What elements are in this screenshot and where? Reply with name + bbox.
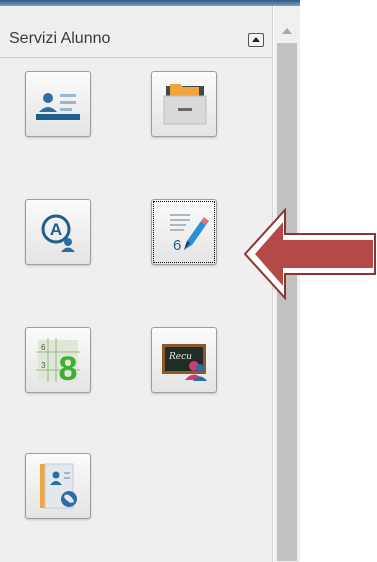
student-registry-tile[interactable] bbox=[25, 71, 91, 137]
pencil-grade-icon: 6 bbox=[170, 214, 209, 254]
scroll-thumb[interactable] bbox=[277, 43, 297, 561]
panel-title: Servizi Alunno bbox=[9, 30, 111, 47]
grid-value-6: 6 bbox=[41, 343, 46, 352]
grid-value-8: 8 bbox=[59, 350, 78, 388]
documents-archive-tile[interactable] bbox=[151, 71, 217, 137]
grade-summary-tile[interactable]: 6 3 8 bbox=[25, 327, 91, 393]
letter-a-user-icon: A bbox=[41, 214, 75, 252]
pointer-arrow-icon bbox=[243, 208, 376, 300]
collapse-button[interactable] bbox=[248, 33, 264, 47]
grade-grid-icon: 6 3 8 bbox=[36, 338, 80, 388]
id-card-icon bbox=[36, 93, 80, 120]
grades-entry-tile[interactable]: 6 bbox=[151, 199, 217, 265]
panel-header: Servizi Alunno bbox=[0, 20, 272, 58]
online-profile-tile[interactable] bbox=[25, 453, 91, 519]
file-drawer-icon bbox=[163, 84, 207, 125]
grid-value-3: 3 bbox=[41, 361, 46, 370]
blackboard-text: Recu bbox=[168, 352, 192, 362]
blackboard-user-icon: Recu bbox=[162, 344, 207, 381]
contact-globe-icon bbox=[40, 463, 77, 509]
svg-text:A: A bbox=[50, 220, 62, 239]
servizi-alunno-panel: Servizi Alunno A 6 6 3 8 Recu bbox=[0, 6, 273, 562]
recovery-tile[interactable]: Recu bbox=[151, 327, 217, 393]
scroll-up-arrow-icon[interactable] bbox=[282, 28, 292, 34]
grade-number: 6 bbox=[173, 237, 181, 254]
attendance-tile[interactable]: A bbox=[25, 199, 91, 265]
